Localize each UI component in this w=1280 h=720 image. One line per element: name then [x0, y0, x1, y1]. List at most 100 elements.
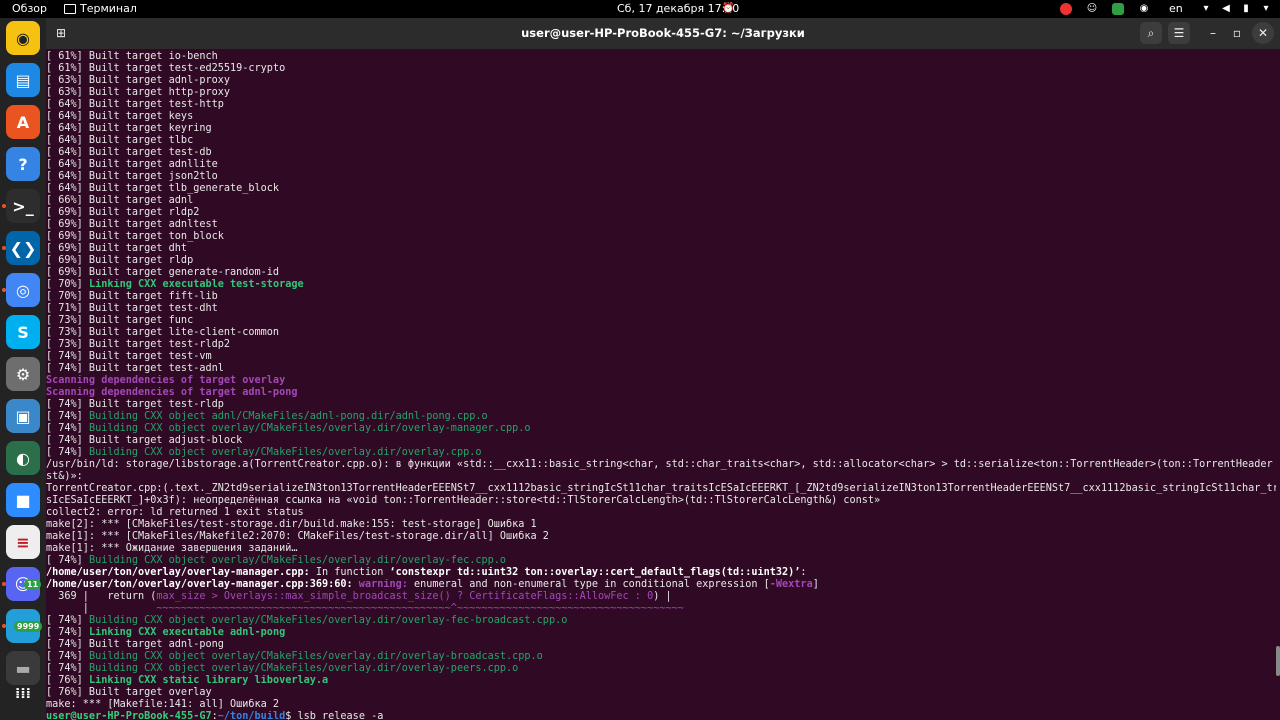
terminal-text: [ 64%] Built target json2tlo — [46, 171, 218, 182]
terminal-line: [ 73%] Built target test-rldp2 — [46, 339, 1276, 351]
terminal-text: Linking CXX static library liboverlay.a — [88, 675, 329, 686]
title-bar[interactable]: ⊞ user@user-HP-ProBook-455-G7: ~/Загрузк… — [46, 18, 1280, 49]
close-icon: ✕ — [1257, 26, 1269, 40]
terminal-text: [ 69%] Built target generate-random-id — [46, 267, 280, 278]
terminal-line: [ 73%] Built target func — [46, 315, 1276, 327]
terminal-text: [ 70%] Built target fift-lib — [46, 291, 218, 302]
terminal-line: [ 61%] Built target io-bench — [46, 51, 1276, 63]
terminal-text: [ 74%] Built target test-rldp — [46, 399, 224, 410]
terminal-text: [ 74%] Built target adnl-pong — [46, 639, 224, 650]
scrollbar-thumb[interactable] — [1276, 646, 1280, 676]
steam-tray-icon[interactable]: ◉ — [1138, 3, 1150, 15]
vscode-icon[interactable]: ❮❯ — [6, 231, 40, 265]
terminal-line: [ 74%] Built target test-rldp — [46, 399, 1276, 411]
terminal-line: [ 69%] Built target adnltest — [46, 219, 1276, 231]
app-menu[interactable]: Терминал — [64, 0, 137, 18]
terminal-text: [ 74%] — [46, 615, 89, 626]
terminal-text: ‘constexpr td::uint32 ton::overlay::cert… — [389, 567, 801, 578]
document-viewer-icon[interactable]: ≡ — [6, 525, 40, 559]
chrome-tray-icon[interactable] — [1060, 3, 1072, 15]
terminal-text: [ 76%] Built target overlay — [46, 687, 212, 698]
terminal-line: make[1]: *** Ожидание завершения заданий… — [46, 543, 1276, 555]
terminal-line: [ 76%] Linking CXX static library libove… — [46, 675, 1276, 687]
terminal-text: ] — [812, 579, 819, 590]
top-panel: Обзор Терминал Сб, 17 декабря 17:40 ⏰ ☺ … — [0, 0, 1280, 18]
terminal-text: make[1]: *** Ожидание завершения заданий… — [46, 543, 298, 554]
terminal-line: [ 73%] Built target lite-client-common — [46, 327, 1276, 339]
language-indicator[interactable]: en — [1169, 0, 1183, 18]
terminal-line: [ 74%] Built target test-vm — [46, 351, 1276, 363]
minimize-button[interactable]: – — [1202, 22, 1224, 44]
show-apps-icon[interactable]: ⁞⁞⁞ — [6, 681, 40, 707]
terminal-text: [ 61%] Built target test-ed25519-crypto — [46, 63, 286, 74]
search-button[interactable]: ⌕ — [1140, 22, 1162, 44]
chrome-icon[interactable]: ◎ — [6, 273, 40, 307]
maximize-button[interactable]: ▫ — [1226, 22, 1248, 44]
terminal-line: 369 | return (max_size > Overlays::max_s… — [46, 591, 1276, 603]
terminal-text: max_size > Overlays::max_simple_broadcas… — [156, 591, 654, 602]
terminal-text: ~/ton/build — [217, 711, 286, 720]
terminal-text: [ 74%] — [46, 663, 89, 674]
stellarium-icon[interactable]: ◐ — [6, 441, 40, 475]
clock[interactable]: Сб, 17 декабря 17:40 — [617, 0, 739, 18]
terminal-line: [ 64%] Built target test-db — [46, 147, 1276, 159]
system-menu-icon[interactable]: ▾ — [1260, 3, 1272, 15]
close-button[interactable]: ✕ — [1252, 22, 1274, 44]
terminal-line: st&)»: — [46, 471, 1276, 483]
terminal-text: [ 64%] Built target keyring — [46, 123, 212, 134]
maximize-icon: ▫ — [1232, 26, 1242, 40]
running-indicator — [2, 582, 6, 586]
terminal-text: [ 74%] — [46, 555, 89, 566]
terminal-text: In function — [309, 567, 390, 578]
terminal-line: [ 69%] Built target rldp2 — [46, 207, 1276, 219]
search-icon: ⌕ — [1147, 26, 1155, 40]
terminal-text: /usr/bin/ld: storage/libstorage.a(Torren… — [46, 459, 1276, 470]
terminal-text: [ 70%] — [46, 279, 89, 290]
terminal-line: [ 69%] Built target generate-random-id — [46, 267, 1276, 279]
terminal-line: collect2: error: ld returned 1 exit stat… — [46, 507, 1276, 519]
terminal-text: /home/user/ton/overlay/overlay-manager.c… — [46, 567, 310, 578]
ubuntu-software-icon[interactable]: A — [6, 105, 40, 139]
menu-button[interactable]: ☰ — [1168, 22, 1190, 44]
terminal-line: TorrentCreator.cpp:(.text._ZN2td9seriali… — [46, 483, 1276, 495]
telegram-badge: 9999 — [14, 621, 43, 632]
terminal-line: [ 74%] Building CXX object overlay/CMake… — [46, 447, 1276, 459]
app-name: Терминал — [80, 2, 137, 15]
terminal-text: [ 63%] Built target http-proxy — [46, 87, 231, 98]
terminal-text: | — [46, 603, 157, 614]
terminal-text: [ 74%] — [46, 423, 89, 434]
terminal-text: make[2]: *** [CMakeFiles/test-storage.di… — [46, 519, 537, 530]
terminal-text: sIcESaIcEEERKT_]+0x3f): неопределённая с… — [46, 495, 881, 506]
discord-tray-icon[interactable]: ☺ — [1086, 3, 1098, 15]
terminal-text: [ 61%] Built target io-bench — [46, 51, 218, 62]
terminal-text: 369 | return ( — [46, 591, 157, 602]
screenshot-icon[interactable]: ▣ — [6, 399, 40, 433]
terminal-output[interactable]: [ 61%] Built target io-bench[ 61%] Built… — [46, 49, 1276, 720]
skype-icon[interactable]: S — [6, 315, 40, 349]
settings-icon[interactable]: ⚙ — [6, 357, 40, 391]
terminal-text: [ 69%] Built target rldp2 — [46, 207, 200, 218]
terminal-line: [ 70%] Built target fift-lib — [46, 291, 1276, 303]
tray-app-icon[interactable] — [1112, 3, 1124, 15]
terminal-line: [ 69%] Built target ton_block — [46, 231, 1276, 243]
terminal-line: [ 64%] Built target adnllite — [46, 159, 1276, 171]
rhythmbox-icon[interactable]: ◉ — [6, 21, 40, 55]
terminal-text: [ 64%] Built target test-db — [46, 147, 212, 158]
trash-icon[interactable]: ▬ — [6, 651, 40, 685]
libreoffice-writer-icon[interactable]: ▤ — [6, 63, 40, 97]
battery-icon[interactable]: ▮ — [1240, 3, 1252, 15]
volume-icon[interactable]: ◀ — [1220, 3, 1232, 15]
help-icon[interactable]: ? — [6, 147, 40, 181]
terminal-line: make: *** [Makefile:141: all] Ошибка 2 — [46, 699, 1276, 711]
zoom-icon[interactable]: ■ — [6, 483, 40, 517]
activities-button[interactable]: Обзор — [12, 0, 47, 18]
terminal-text: [ 73%] Built target func — [46, 315, 194, 326]
terminal-line: Scanning dependencies of target overlay — [46, 375, 1276, 387]
terminal-text: -Wextra — [769, 579, 813, 590]
terminal-icon[interactable]: >_ — [6, 189, 40, 223]
terminal-text: [ 74%] Built target adjust-block — [46, 435, 243, 446]
wifi-icon[interactable]: ▾ — [1200, 3, 1212, 15]
terminal-text: [ 66%] Built target adnl — [46, 195, 194, 206]
terminal-text: Building CXX object overlay/CMakeFiles/o… — [88, 651, 543, 662]
terminal-text: [ 69%] Built target adnltest — [46, 219, 218, 230]
